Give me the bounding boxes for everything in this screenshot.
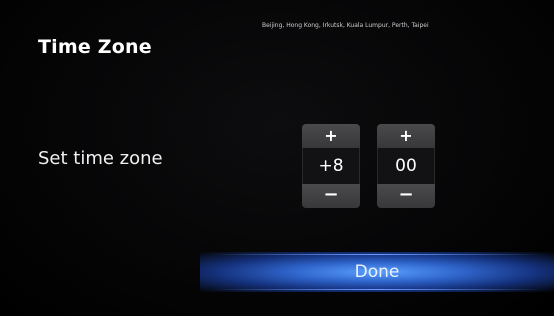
- set-time-zone-label: Set time zone: [38, 148, 163, 169]
- time-zone-screen: Time Zone Beijing, Hong Kong, Irkutsk, K…: [0, 0, 554, 316]
- minutes-offset-stepper: + 00 −: [377, 124, 435, 208]
- minutes-offset-value: 00: [377, 148, 435, 184]
- hours-decrement-button[interactable]: −: [302, 184, 360, 208]
- zone-cities-text: Beijing, Hong Kong, Irkutsk, Kuala Lumpu…: [262, 22, 429, 29]
- minutes-decrement-button[interactable]: −: [377, 184, 435, 208]
- hours-increment-button[interactable]: +: [302, 124, 360, 148]
- done-button[interactable]: Done: [200, 252, 554, 292]
- done-button-label: Done: [354, 262, 400, 282]
- minutes-increment-button[interactable]: +: [377, 124, 435, 148]
- hours-offset-value: +8: [302, 148, 360, 184]
- page-title: Time Zone: [38, 36, 152, 58]
- hours-offset-stepper: + +8 −: [302, 124, 360, 208]
